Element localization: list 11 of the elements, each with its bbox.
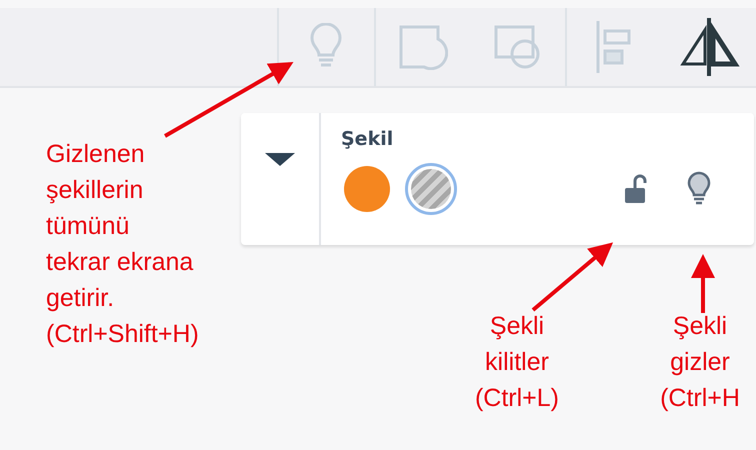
annotation-text: Şekli gizler (Ctrl+H [659,311,741,414]
annotation-text: Şekli kilitler (Ctrl+L) [474,311,560,414]
shape-overlap-icon[interactable] [492,24,542,70]
annotation-text: Gizlenen şekillerin tümünü tekrar ekrana getirir. (Ctrl+Shift+H) [46,139,199,350]
padlock-icon[interactable] [622,174,648,204]
shape-union-icon[interactable] [398,24,448,70]
lightbulb-icon[interactable] [686,171,712,207]
collapse-toggle[interactable] [263,151,297,167]
arrow [691,254,715,313]
panel-title: Şekil [341,127,394,152]
striped-swatch[interactable] [405,163,457,215]
